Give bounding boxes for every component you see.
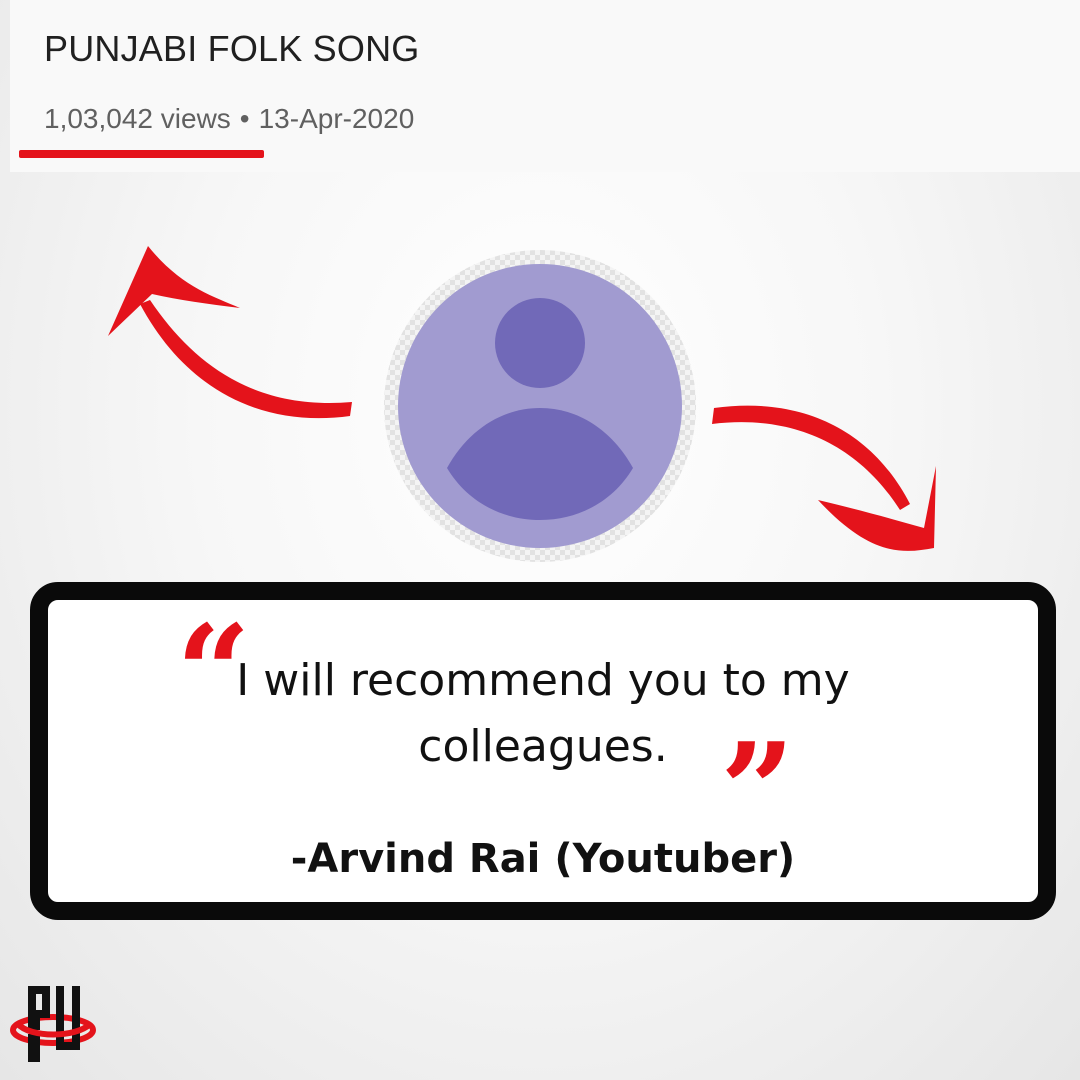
- testimonial-author: -Arvind Rai (Youtuber): [290, 836, 796, 882]
- left-arrow-icon: [108, 246, 352, 419]
- quote-line-2: colleagues.: [418, 721, 668, 772]
- brand-logo-icon: [10, 986, 96, 1062]
- right-arrow-icon: [712, 405, 936, 551]
- testimonial-box: “ I will recommend you to my colleagues.…: [30, 582, 1056, 920]
- user-avatar-icon: [384, 250, 696, 562]
- decor-layer: [108, 246, 936, 562]
- testimonial-quote: I will recommend you to my colleagues.: [48, 648, 1038, 780]
- quote-line-1: I will recommend you to my: [236, 655, 850, 706]
